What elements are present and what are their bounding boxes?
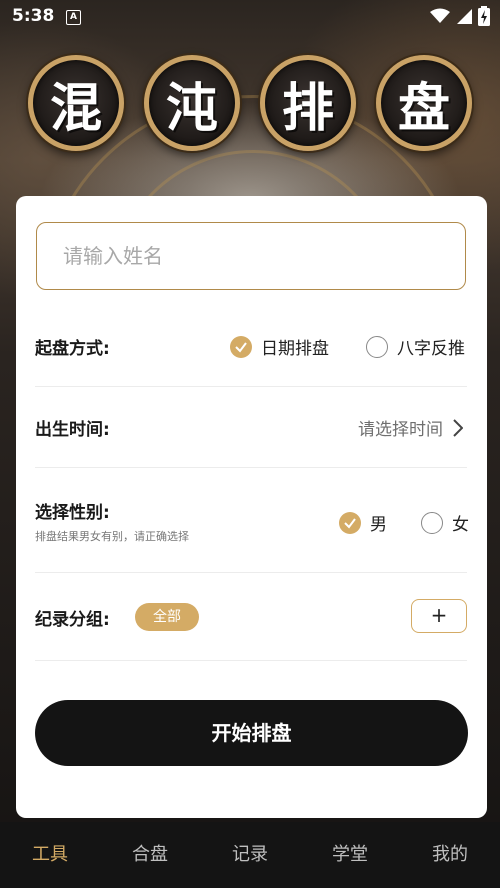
nav-item-tools[interactable]: 工具	[0, 822, 100, 888]
method-option-date-label: 日期排盘	[261, 339, 329, 359]
gender-option-male[interactable]: 男	[339, 510, 387, 535]
start-chart-button[interactable]: 开始排盘	[35, 700, 468, 766]
nav-item-mine[interactable]: 我的	[400, 822, 500, 888]
birth-time-placeholder: 请选择时间	[358, 420, 443, 440]
radio-checked-icon	[230, 335, 252, 358]
title-char-3: 排	[260, 55, 356, 151]
title-char-4: 盘	[376, 55, 472, 151]
title-char-1: 混	[28, 55, 124, 151]
gender-option-female-label: 女	[452, 515, 469, 535]
radio-unchecked-icon	[366, 335, 388, 358]
title-char-2: 沌	[144, 55, 240, 151]
status-time: 5:38	[12, 6, 55, 26]
group-label: 纪录分组:	[35, 610, 110, 630]
wifi-icon	[430, 8, 450, 23]
battery-charging-icon	[478, 6, 490, 26]
group-tag-all[interactable]: 全部	[135, 603, 199, 631]
birth-time-label: 出生时间:	[35, 420, 110, 440]
status-icons	[430, 6, 490, 26]
nav-item-compatibility[interactable]: 合盘	[100, 822, 200, 888]
method-option-bazi-label: 八字反推	[397, 339, 465, 359]
method-option-bazi[interactable]: 八字反推	[366, 334, 465, 359]
chevron-right-icon	[453, 418, 463, 437]
app-title: 混 沌 排 盘	[28, 55, 472, 160]
group-row: 纪录分组: 全部 +	[35, 573, 467, 661]
radio-checked-icon	[339, 511, 361, 534]
nav-item-records[interactable]: 记录	[200, 822, 300, 888]
gender-option-male-label: 男	[370, 515, 387, 535]
birth-time-picker[interactable]: 请选择时间	[358, 415, 463, 440]
method-option-date[interactable]: 日期排盘	[230, 334, 329, 359]
gender-label: 选择性别:	[35, 503, 110, 523]
gender-option-female[interactable]: 女	[421, 510, 469, 535]
notification-icon: A	[66, 10, 81, 25]
add-group-button[interactable]: +	[411, 599, 467, 633]
gender-row: 选择性别: 排盘结果男女有别，请正确选择 男 女	[35, 468, 469, 573]
name-input[interactable]	[36, 222, 466, 290]
chart-form-card: 起盘方式: 日期排盘 八字反推 出生时间: 请选择时间 选择性别: 排盘结果男女…	[16, 196, 487, 818]
status-bar: 5:38 A	[0, 0, 500, 34]
cell-signal-icon	[457, 9, 472, 24]
nav-item-school[interactable]: 学堂	[300, 822, 400, 888]
gender-hint: 排盘结果男女有别，请正确选择	[35, 530, 189, 543]
method-label: 起盘方式:	[35, 339, 110, 359]
bottom-nav: 工具 合盘 记录 学堂 我的	[0, 822, 500, 888]
method-row: 起盘方式: 日期排盘 八字反推	[35, 306, 467, 387]
birth-time-row[interactable]: 出生时间: 请选择时间	[35, 387, 467, 468]
radio-unchecked-icon	[421, 511, 443, 534]
